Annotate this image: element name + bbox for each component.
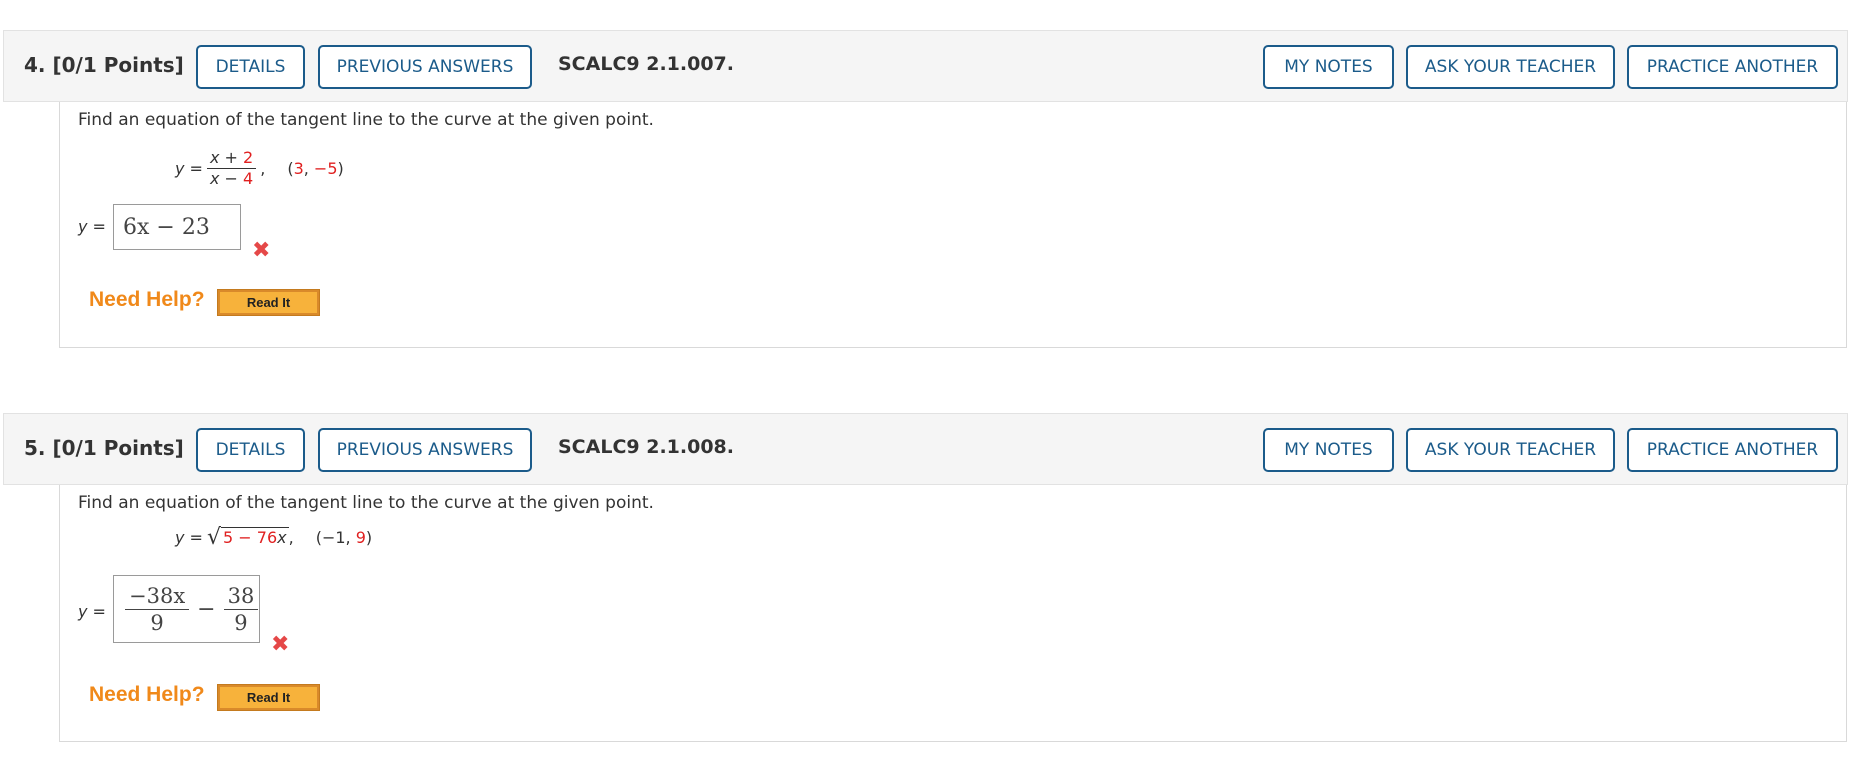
need-help-label: Need Help? [89, 288, 205, 311]
need-help-label: Need Help? [89, 683, 205, 706]
point-x: 3 [293, 159, 304, 178]
equation-fraction: x + 2 x − 4 [206, 148, 257, 189]
fraction-2-denominator: 9 [234, 610, 248, 635]
fraction-1-denominator: 9 [150, 610, 164, 635]
read-it-button[interactable]: Read It [217, 289, 320, 316]
question-prompt: Find an equation of the tangent line to … [78, 110, 654, 130]
radical-icon: √ [206, 524, 221, 550]
fraction-1-numerator: −38x [125, 583, 190, 610]
my-notes-button[interactable]: MY NOTES [1263, 45, 1394, 89]
question-header: 4. [0/1 Points] DETAILS PREVIOUS ANSWERS… [3, 30, 1848, 102]
practice-another-button[interactable]: PRACTICE ANOTHER [1627, 428, 1838, 472]
points-label: [0/1 Points] [52, 436, 184, 460]
equation-lhs: y = [175, 159, 203, 178]
equation-comma: , [260, 159, 266, 178]
numerator-constant: 2 [243, 148, 254, 167]
question-number: 5. [0/1 Points] [24, 436, 184, 460]
question-number: 4. [0/1 Points] [24, 53, 184, 77]
given-point: (−1, 9) [315, 528, 373, 547]
question-header: 5. [0/1 Points] DETAILS PREVIOUS ANSWERS… [3, 413, 1848, 485]
previous-answers-button[interactable]: PREVIOUS ANSWERS [318, 428, 532, 472]
answer-fraction-2: 38 9 [223, 583, 259, 636]
wrong-x-icon: ✖ [271, 632, 290, 657]
details-button[interactable]: DETAILS [196, 45, 305, 89]
previous-answers-button[interactable]: PREVIOUS ANSWERS [318, 45, 532, 89]
details-button[interactable]: DETAILS [196, 428, 305, 472]
answer-minus: − [197, 596, 216, 622]
given-point: (3, −5) [287, 159, 344, 178]
given-equation: y = x + 2 x − 4 , (3, −5) [175, 148, 344, 189]
question-body: Find an equation of the tangent line to … [59, 485, 1847, 742]
ask-your-teacher-button[interactable]: ASK YOUR TEACHER [1406, 428, 1615, 472]
equation-comma: , [288, 528, 294, 547]
wrong-x-icon: ✖ [252, 238, 271, 263]
point-y: −5 [313, 159, 338, 178]
practice-another-button[interactable]: PRACTICE ANOTHER [1627, 45, 1838, 89]
question-prompt: Find an equation of the tangent line to … [78, 493, 654, 513]
points-label: [0/1 Points] [52, 53, 184, 77]
radicand-variable: x [277, 528, 287, 547]
question-code: SCALC9 2.1.007. [558, 53, 734, 75]
denominator-variable: x − [209, 169, 238, 188]
point-x: −1 [321, 528, 346, 547]
my-notes-button[interactable]: MY NOTES [1263, 428, 1394, 472]
answer-label: y = [78, 217, 106, 236]
ask-your-teacher-button[interactable]: ASK YOUR TEACHER [1406, 45, 1615, 89]
read-it-button[interactable]: Read It [217, 684, 320, 711]
question-code: SCALC9 2.1.008. [558, 436, 734, 458]
equation-lhs: y = [175, 528, 203, 547]
fraction-2-numerator: 38 [223, 583, 259, 610]
answer-fraction-1: −38x 9 [125, 583, 190, 636]
answer-input[interactable]: −38x 9 − 38 9 [113, 575, 260, 643]
given-equation: y = √ 5 − 76x , (−1, 9) [175, 524, 373, 550]
question-body: Find an equation of the tangent line to … [59, 102, 1847, 348]
answer-input[interactable]: 6x − 23 [113, 204, 241, 250]
denominator-constant: 4 [243, 169, 254, 188]
point-y: 9 [355, 528, 366, 547]
numerator-variable: x + [209, 148, 238, 167]
radicand-constant: 5 − 76 [223, 528, 278, 547]
answer-label: y = [78, 602, 106, 621]
square-root: √ 5 − 76x [206, 524, 289, 550]
